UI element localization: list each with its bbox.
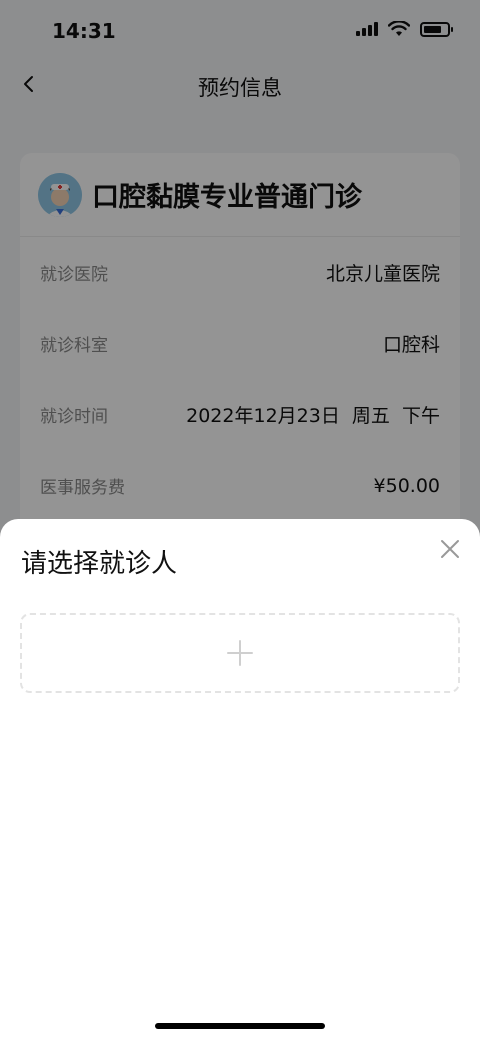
- close-icon[interactable]: [438, 537, 462, 561]
- plus-icon: [227, 640, 253, 666]
- home-indicator: [155, 1023, 325, 1029]
- sheet-title: 请选择就诊人: [21, 549, 178, 579]
- add-patient-button[interactable]: [20, 613, 460, 693]
- select-patient-sheet: 请选择就诊人: [0, 519, 480, 1039]
